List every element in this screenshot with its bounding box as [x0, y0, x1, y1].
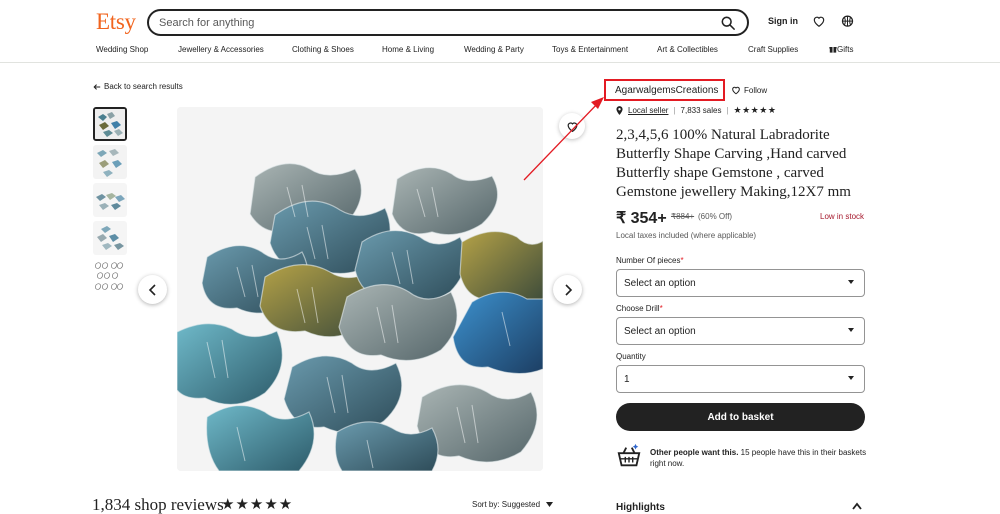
- header-divider: [0, 62, 1000, 63]
- required-asterisk: *: [659, 304, 663, 313]
- thumbnail-image: [93, 221, 127, 255]
- search-icon[interactable]: [721, 16, 735, 30]
- discount-percent: (60% Off): [698, 212, 733, 221]
- nav-jewellery-accessories[interactable]: Jewellery & Accessories: [178, 45, 264, 54]
- labradorite-butterflies-photo: [177, 107, 543, 471]
- sort-reviews-dropdown[interactable]: Sort by: Suggested: [472, 500, 554, 509]
- nav-craft-supplies[interactable]: Craft Supplies: [748, 45, 798, 54]
- sales-count: 7,833 sales: [680, 106, 722, 115]
- nav-gifts[interactable]: Gifts: [829, 45, 853, 54]
- caret-down-icon: [848, 376, 854, 380]
- favorites-heart-icon[interactable]: [812, 14, 826, 28]
- thumbnail-image: [93, 145, 127, 179]
- stock-status: Low in stock: [820, 212, 865, 221]
- nav-wedding-shop[interactable]: Wedding Shop: [96, 45, 148, 54]
- search-bar[interactable]: [147, 9, 749, 36]
- quantity-select-value: 1: [624, 373, 630, 385]
- add-to-favorites-button[interactable]: [559, 113, 585, 139]
- basket-demand-text: Other people want this. 15 people have t…: [650, 447, 870, 469]
- shop-rating-stars: ★★★★★: [733, 105, 777, 115]
- thumbnail-image: [93, 259, 127, 293]
- search-input[interactable]: [159, 16, 699, 29]
- listing-title: 2,3,4,5,6 100% Natural Labradorite Butte…: [616, 127, 851, 200]
- price: ₹ 354+: [616, 210, 667, 227]
- pieces-select-value: Select an option: [624, 277, 696, 289]
- thumbnail-5[interactable]: [93, 259, 127, 293]
- caret-down-icon: [848, 328, 854, 332]
- sort-label: Sort by: Suggested: [472, 500, 541, 509]
- quantity-label: Quantity: [616, 352, 646, 361]
- cart-icon[interactable]: [840, 13, 855, 28]
- thumbnail-image: [95, 109, 125, 139]
- highlights-heading[interactable]: Highlights: [616, 502, 665, 513]
- shop-reviews-title: 1,834 shop reviews: [92, 495, 224, 514]
- next-image-button[interactable]: [553, 275, 582, 304]
- sign-in-link[interactable]: Sign in: [768, 16, 798, 26]
- product-image[interactable]: [177, 107, 543, 471]
- caret-down-icon: [546, 502, 554, 507]
- arrow-left-icon: [93, 83, 101, 90]
- thumbnail-1[interactable]: [93, 107, 127, 141]
- meta-divider: |: [673, 106, 676, 115]
- follow-shop-button[interactable]: Follow: [731, 85, 767, 95]
- pieces-label-text: Number Of pieces: [616, 256, 681, 265]
- nav-clothing-shoes[interactable]: Clothing & Shoes: [292, 45, 354, 54]
- drill-select[interactable]: Select an option: [616, 317, 865, 345]
- thumbnail-3[interactable]: [93, 183, 127, 217]
- drill-label-text: Choose Drill: [616, 304, 660, 313]
- basket-demand-bold: Other people want this.: [650, 448, 739, 457]
- original-price: ₹884+: [671, 212, 695, 221]
- nav-wedding-party[interactable]: Wedding & Party: [464, 45, 524, 54]
- chevron-up-icon[interactable]: [852, 502, 862, 510]
- local-seller-link[interactable]: Local seller: [628, 106, 668, 115]
- nav-gifts-label: Gifts: [837, 45, 854, 54]
- thumbnail-image: [93, 183, 127, 217]
- pieces-label: Number Of pieces*: [616, 256, 684, 265]
- pieces-select[interactable]: Select an option: [616, 269, 865, 297]
- basket-demand-icon: [617, 443, 641, 467]
- chevron-left-icon: [148, 283, 156, 296]
- chevron-right-icon: [564, 283, 572, 296]
- nav-toys-entertainment[interactable]: Toys & Entertainment: [552, 45, 628, 54]
- drill-label: Choose Drill*: [616, 304, 663, 313]
- caret-down-icon: [848, 280, 854, 284]
- required-asterisk: *: [680, 256, 684, 265]
- tax-note: Local taxes included (where applicable): [616, 231, 757, 240]
- heart-icon: [567, 121, 577, 132]
- meta-divider: |: [726, 106, 729, 115]
- previous-image-button[interactable]: [138, 275, 167, 304]
- gift-icon: [829, 47, 837, 53]
- seller-meta: Local seller | 7,833 sales | ★★★★★: [616, 105, 776, 116]
- thumbnail-4[interactable]: [93, 221, 127, 255]
- thumbnail-2[interactable]: [93, 145, 127, 179]
- quantity-select[interactable]: 1: [616, 365, 865, 393]
- add-to-basket-button[interactable]: Add to basket: [616, 403, 865, 431]
- back-label: Back to search results: [104, 82, 183, 91]
- back-to-search-link[interactable]: Back to search results: [93, 82, 183, 91]
- etsy-logo[interactable]: Etsy: [96, 9, 136, 35]
- shop-reviews-stars: ★★★★★: [221, 496, 294, 513]
- drill-select-value: Select an option: [624, 325, 696, 337]
- location-pin-icon: [616, 106, 623, 115]
- nav-home-living[interactable]: Home & Living: [382, 45, 434, 54]
- nav-art-collectibles[interactable]: Art & Collectibles: [657, 45, 718, 54]
- follow-label: Follow: [744, 85, 768, 95]
- shop-name-link[interactable]: AgarwalgemsCreations: [615, 85, 718, 96]
- heart-icon: [732, 86, 740, 95]
